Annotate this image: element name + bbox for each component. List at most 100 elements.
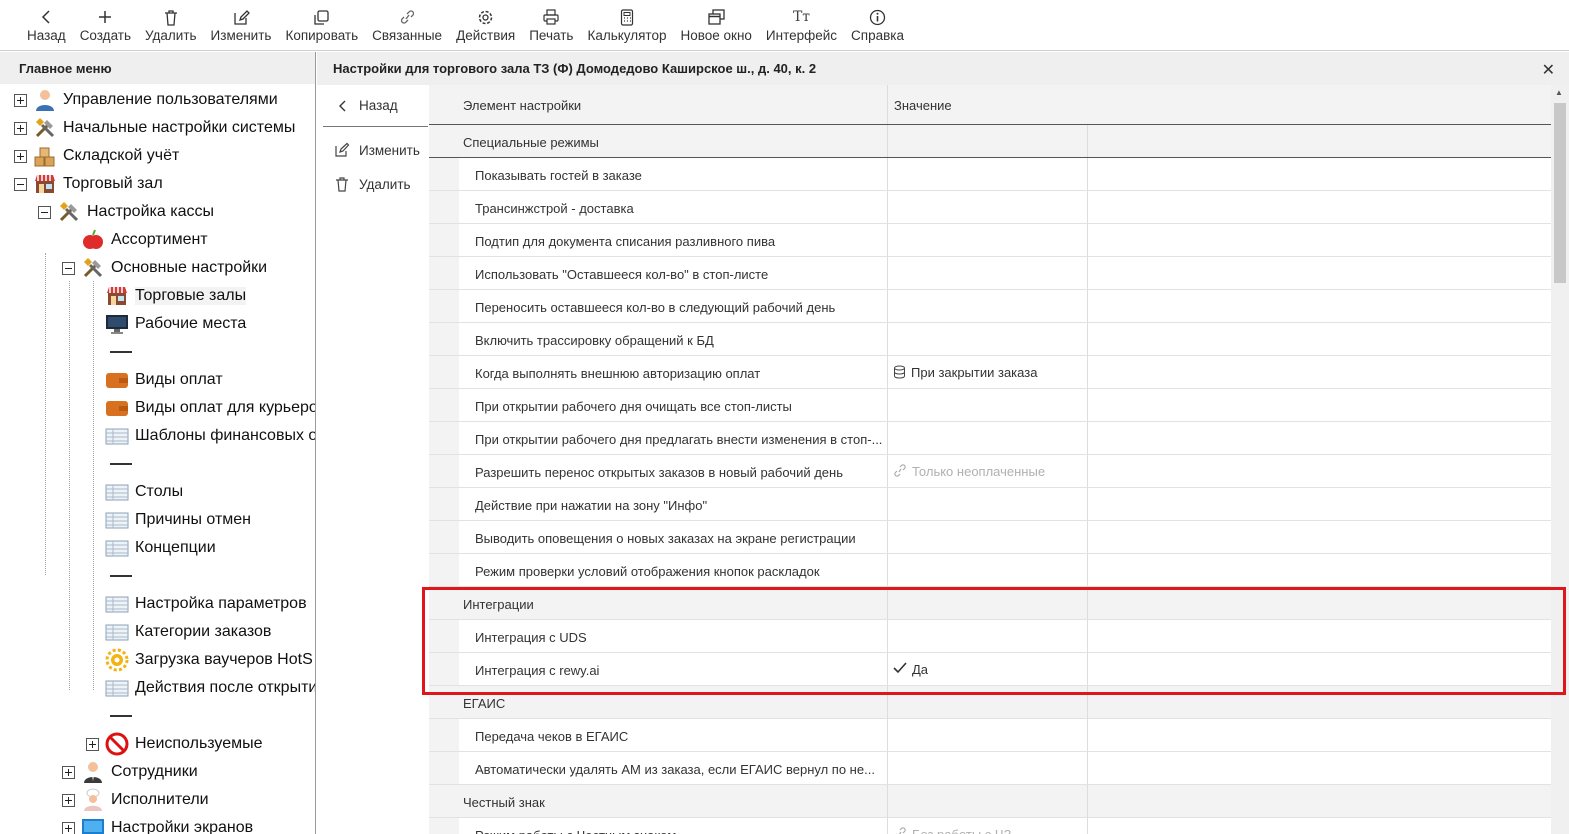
setting-row[interactable]: Выводить оповещения о новых заказах на э… [429, 521, 1551, 554]
setting-row[interactable]: Использовать "Оставшееся кол-во" в стоп-… [429, 257, 1551, 290]
tree-item[interactable]: Торговый зал [14, 170, 163, 198]
panel-delete-button[interactable]: Удалить [317, 167, 428, 201]
expand-icon[interactable] [14, 121, 27, 135]
value-cell[interactable] [887, 125, 1087, 157]
setting-row[interactable]: Разрешить перенос открытых заказов в нов… [429, 455, 1551, 488]
value-cell[interactable] [887, 752, 1087, 784]
collapse-icon[interactable] [14, 177, 27, 191]
tree-item[interactable]: Загрузка ваучеров HotS [105, 646, 313, 674]
tree-item[interactable]: Основные настройки [62, 254, 267, 282]
group-row[interactable]: Специальные режимы [429, 125, 1551, 158]
scrollbar-thumb[interactable] [1554, 103, 1566, 283]
value-cell[interactable] [887, 422, 1087, 454]
value-cell[interactable] [887, 521, 1087, 553]
tree-item[interactable]: Столы [105, 478, 183, 506]
back-button[interactable]: Назад [20, 0, 73, 50]
setting-row[interactable]: Действие при нажатии на зону "Инфо" [429, 488, 1551, 521]
tree-item[interactable]: Виды оплат для курьеро [105, 394, 315, 422]
setting-row[interactable]: Автоматически удалять АМ из заказа, если… [429, 752, 1551, 785]
value-cell[interactable] [887, 158, 1087, 190]
column-header-value[interactable]: Значение [887, 85, 1087, 124]
tree-item[interactable]: Сотрудники [62, 758, 198, 786]
tree-item[interactable]: Управление пользователями [14, 86, 278, 114]
tree-item[interactable]: Торговые залы [105, 282, 247, 310]
setting-row[interactable]: При открытии рабочего дня очищать все ст… [429, 389, 1551, 422]
tree-item[interactable]: Категории заказов [105, 618, 271, 646]
setting-row[interactable]: Показывать гостей в заказе [429, 158, 1551, 191]
print-button[interactable]: Печать [522, 0, 580, 50]
help-button[interactable]: Справка [844, 0, 911, 50]
setting-row[interactable]: Передача чеков в ЕГАИС [429, 719, 1551, 752]
value-cell[interactable] [887, 224, 1087, 256]
interface-button[interactable]: Tт Интерфейс [759, 0, 844, 50]
tree-item[interactable]: Неиспользуемые [86, 730, 263, 758]
tree-item[interactable]: Настройки экранов [62, 814, 253, 834]
value-cell[interactable] [887, 389, 1087, 421]
setting-row[interactable]: Режим проверки условий отображения кнопо… [429, 554, 1551, 587]
setting-row[interactable]: Когда выполнять внешнюю авторизацию опла… [429, 356, 1551, 389]
value-cell[interactable] [887, 257, 1087, 289]
setting-row[interactable]: Режим работы с Честным знаком Без работы … [429, 818, 1551, 834]
tree-item[interactable]: Причины отмен [105, 506, 251, 534]
value-cell[interactable] [887, 587, 1087, 619]
setting-row[interactable]: Трансинжстрой - доставка [429, 191, 1551, 224]
edit-button[interactable]: Изменить [204, 0, 279, 50]
vertical-scrollbar[interactable]: ▲ [1551, 85, 1569, 834]
collapse-icon[interactable] [62, 261, 75, 275]
table-icon [105, 480, 129, 504]
value-cell[interactable] [887, 488, 1087, 520]
expand-icon[interactable] [14, 149, 27, 163]
tree-item[interactable]: Рабочие места [105, 310, 246, 338]
expand-icon[interactable] [86, 737, 99, 751]
calculator-button[interactable]: Калькулятор [580, 0, 673, 50]
delete-button[interactable]: Удалить [138, 0, 204, 50]
value-cell[interactable] [887, 686, 1087, 718]
setting-row[interactable]: Интеграция с UDS [429, 620, 1551, 653]
tree-item[interactable]: Действия после открыти [105, 674, 315, 702]
tree-item[interactable]: Настройка параметров [105, 590, 307, 618]
scroll-up-icon[interactable]: ▲ [1555, 88, 1563, 97]
panel-back-button[interactable]: Назад [323, 85, 428, 127]
setting-row[interactable]: Интеграция с rewy.ai Да [429, 653, 1551, 686]
value-cell[interactable]: Да [887, 653, 1087, 685]
collapse-icon[interactable] [38, 205, 51, 219]
expand-icon[interactable] [62, 793, 75, 807]
value-cell[interactable] [887, 290, 1087, 322]
related-button[interactable]: Связанные [365, 0, 449, 50]
value-cell[interactable] [887, 719, 1087, 751]
expand-icon[interactable] [62, 765, 75, 779]
group-row[interactable]: ЕГАИС [429, 686, 1551, 719]
copy-button[interactable]: Копировать [278, 0, 365, 50]
new-window-button[interactable]: Новое окно [673, 0, 758, 50]
expand-icon[interactable] [62, 821, 75, 834]
value-cell[interactable] [887, 620, 1087, 652]
tree-item[interactable]: Ассортимент [81, 226, 208, 254]
tree-item[interactable]: Исполнители [62, 786, 209, 814]
group-row[interactable]: Честный знак [429, 785, 1551, 818]
tree-item[interactable]: Начальные настройки системы [14, 114, 295, 142]
value-cell[interactable] [887, 191, 1087, 223]
tree-item[interactable]: Шаблоны финансовых о [105, 422, 315, 450]
value-cell[interactable]: Только неоплаченные [887, 455, 1087, 487]
setting-row[interactable]: Включить трассировку обращений к БД [429, 323, 1551, 356]
setting-row[interactable]: Переносить оставшееся кол-во в следующий… [429, 290, 1551, 323]
value-cell[interactable]: При закрытии заказа [887, 356, 1087, 388]
tree-item[interactable]: Настройка кассы [38, 198, 214, 226]
value-cell[interactable] [887, 323, 1087, 355]
value-cell[interactable] [887, 554, 1087, 586]
close-icon[interactable]: ✕ [1542, 60, 1555, 80]
create-button[interactable]: Создать [73, 0, 138, 50]
column-header-setting[interactable]: Элемент настройки [429, 85, 887, 124]
tree-item[interactable]: Складской учёт [14, 142, 179, 170]
panel-edit-button[interactable]: Изменить [317, 133, 428, 167]
tree-item[interactable]: Виды оплат [105, 366, 223, 394]
tree-item[interactable]: Концепции [105, 534, 216, 562]
value-cell[interactable]: Без работы с ЧЗ [887, 818, 1087, 834]
setting-label: Когда выполнять внешнюю авторизацию опла… [459, 356, 887, 388]
expand-icon[interactable] [14, 93, 27, 107]
value-cell[interactable] [887, 785, 1087, 817]
actions-button[interactable]: Действия [449, 0, 522, 50]
setting-row[interactable]: При открытии рабочего дня предлагать вне… [429, 422, 1551, 455]
setting-row[interactable]: Подтип для документа списания разливного… [429, 224, 1551, 257]
group-row[interactable]: Интеграции [429, 587, 1551, 620]
